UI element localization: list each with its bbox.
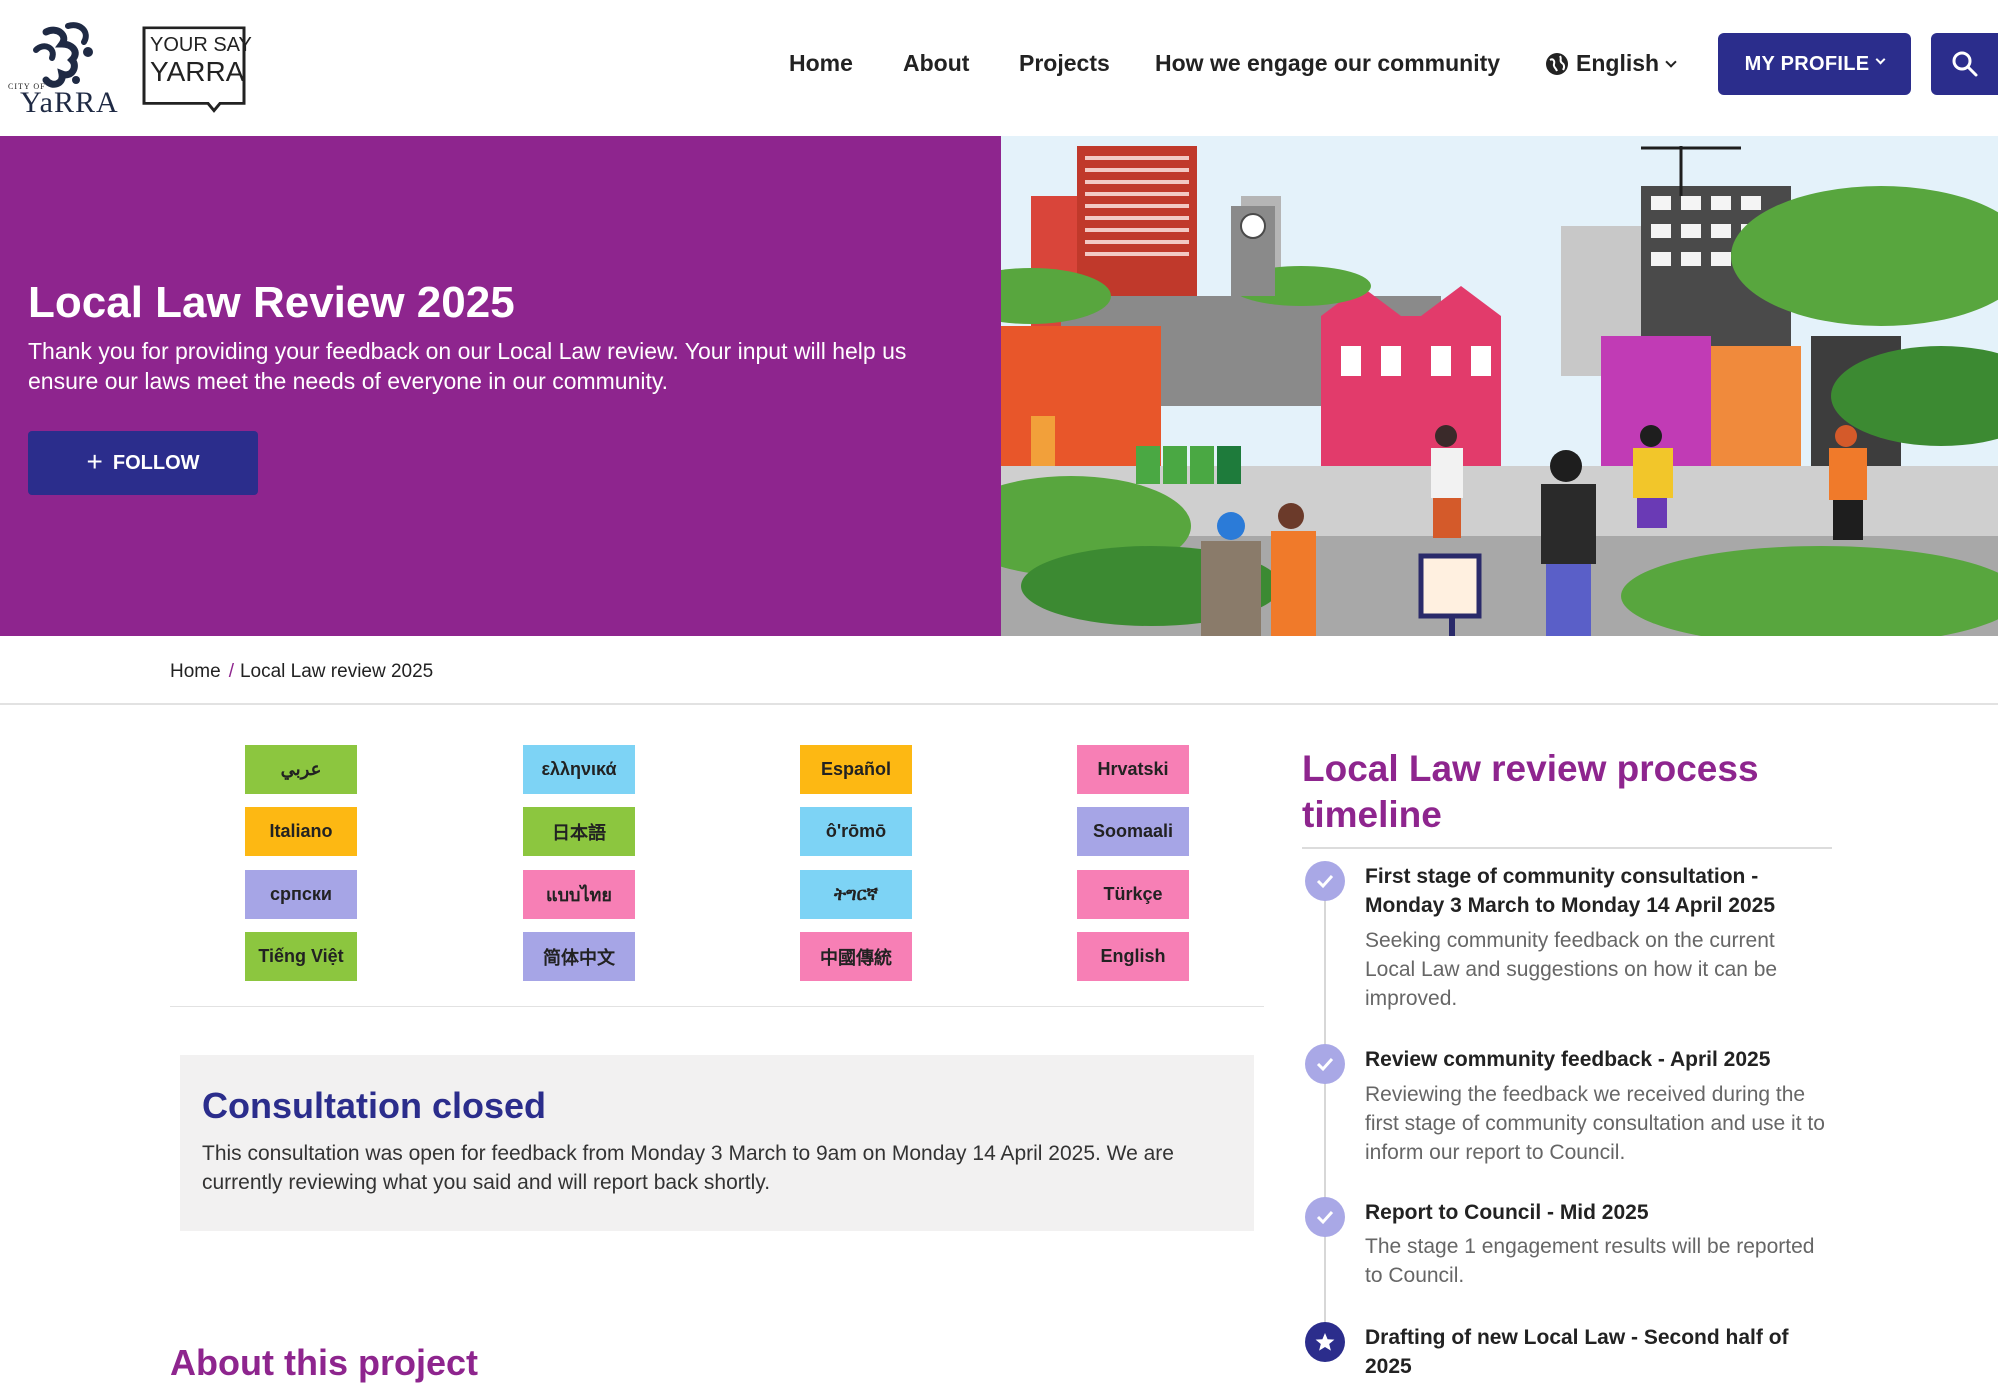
about-heading: About this project	[170, 1342, 478, 1383]
timeline-line	[1324, 880, 1326, 1350]
divider	[0, 703, 1998, 705]
nav-projects[interactable]: Projects	[1019, 50, 1110, 77]
language-spanish[interactable]: Español	[800, 745, 912, 794]
timeline-item-heading: Drafting of new Local Law - Second half …	[1365, 1326, 1789, 1378]
timeline-item-text: Seeking community feedback on the curren…	[1365, 929, 1778, 1010]
chevron-down-icon	[1665, 56, 1677, 68]
language-tigrinya[interactable]: ትግርኛ	[800, 870, 912, 919]
language-serbian[interactable]: српски	[245, 870, 357, 919]
my-profile-button[interactable]: MY PROFILE	[1718, 33, 1911, 95]
chevron-down-icon	[1875, 54, 1886, 64]
timeline-title: Local Law review process timeline	[1302, 748, 1759, 835]
my-profile-label: MY PROFILE	[1744, 52, 1870, 75]
timeline-item-heading: First stage of community consultation - …	[1365, 865, 1775, 917]
page-title: Local Law Review 2025	[28, 278, 515, 327]
breadcrumb-current: Local Law review 2025	[239, 661, 434, 682]
language-italian[interactable]: Italiano	[245, 807, 357, 856]
search-icon	[1952, 51, 1977, 77]
check-icon	[1305, 861, 1345, 901]
consultation-body: This consultation was open for feedback …	[202, 1142, 1174, 1194]
check-icon	[1305, 1197, 1345, 1237]
divider	[1302, 847, 1832, 849]
timeline-item-text: The stage 1 engagement results will be r…	[1365, 1235, 1815, 1287]
language-greek[interactable]: ελληνικά	[523, 745, 635, 794]
language-simplified-chinese[interactable]: 简体中文	[523, 932, 635, 981]
nav-how-we-engage[interactable]: How we engage our community	[1155, 50, 1500, 77]
language-vietnamese[interactable]: Tiếng Việt	[245, 932, 357, 981]
logo-your-say: YOUR SAY	[150, 34, 252, 56]
timeline-item-heading: Report to Council - Mid 2025	[1365, 1201, 1649, 1224]
consultation-title: Consultation closed	[202, 1085, 547, 1126]
language-selector[interactable]: English	[1576, 50, 1677, 77]
language-traditional-chinese[interactable]: 中國傳統	[800, 932, 912, 981]
plus-icon: +	[86, 446, 103, 477]
star-icon	[1305, 1322, 1345, 1362]
language-oromo[interactable]: ô'rōmō	[800, 807, 912, 856]
follow-button[interactable]: + FOLLOW	[28, 431, 258, 495]
language-thai[interactable]: แบบไทย	[523, 870, 635, 919]
breadcrumb-separator: /	[228, 661, 234, 682]
nav-home[interactable]: Home	[789, 50, 853, 77]
language-turkish[interactable]: Türkçe	[1077, 870, 1189, 919]
hero-illustration	[1001, 136, 1998, 636]
language-arabic[interactable]: عربي	[245, 745, 357, 794]
search-button[interactable]	[1931, 33, 1998, 95]
logo-yarra: YARRA	[150, 56, 245, 87]
divider	[170, 1006, 1264, 1007]
timeline-item-heading: Review community feedback - April 2025	[1365, 1048, 1771, 1071]
check-icon	[1305, 1044, 1345, 1084]
site-header: CITY OF YaRRA YOUR SAY YARRA Home About …	[0, 0, 1998, 136]
timeline-item-text: Reviewing the feedback we received durin…	[1365, 1083, 1825, 1164]
language-croatian[interactable]: Hrvatski	[1077, 745, 1189, 794]
globe-icon	[1546, 53, 1568, 75]
follow-label: FOLLOW	[112, 451, 200, 474]
language-english[interactable]: English	[1077, 932, 1189, 981]
language-japanese[interactable]: 日本語	[523, 807, 635, 856]
hero-description: Thank you for providing your feedback on…	[28, 338, 907, 394]
logo-yarra-word: YaRRA	[20, 86, 119, 119]
breadcrumb: Home / Local Law review 2025	[170, 661, 433, 683]
nav-about[interactable]: About	[903, 50, 969, 77]
city-street-illustration	[1001, 136, 1998, 636]
language-somali[interactable]: Soomaali	[1077, 807, 1189, 856]
breadcrumb-home[interactable]: Home	[170, 661, 221, 682]
language-selector-label: English	[1576, 50, 1660, 76]
